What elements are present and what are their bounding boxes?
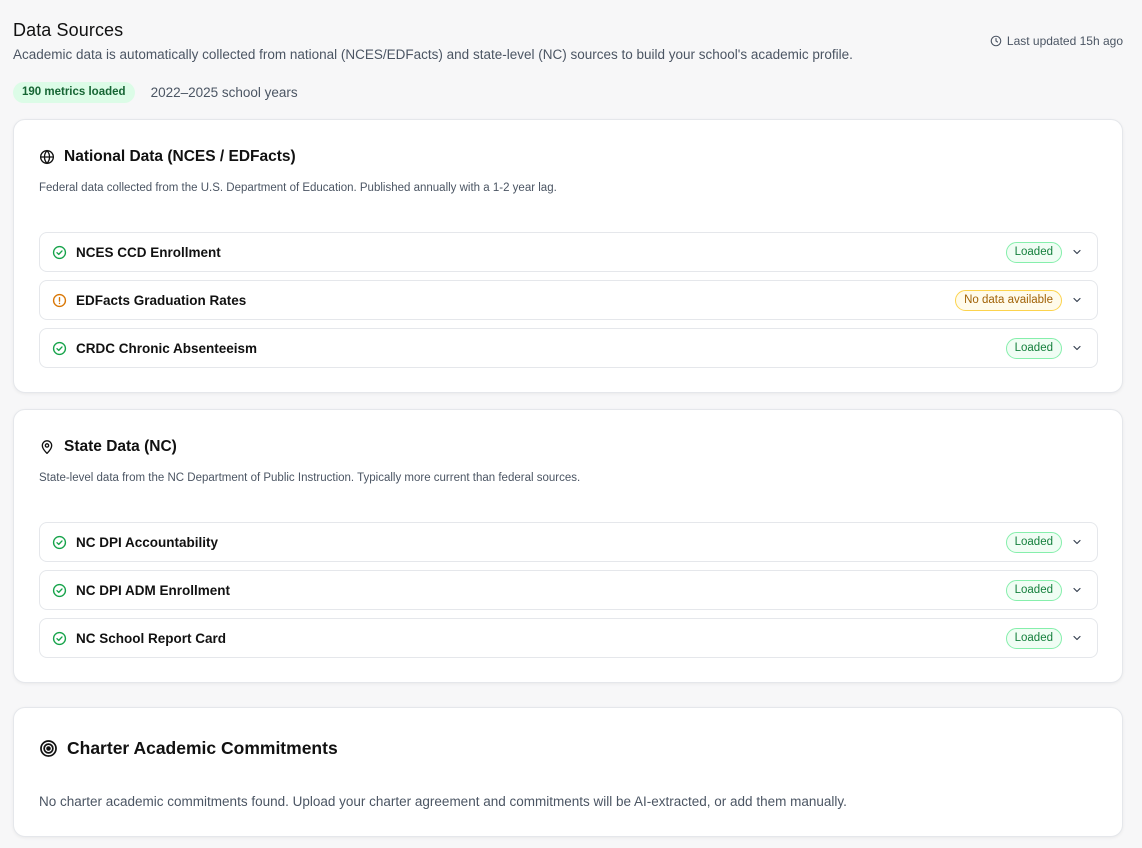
target-icon: [40, 740, 57, 757]
chevron-down-icon[interactable]: [1071, 632, 1083, 644]
school-years: 2022–2025 school years: [150, 85, 298, 100]
charter-commitments-header: Charter Academic Commitments: [39, 738, 338, 759]
status-badge: Loaded: [1005, 241, 1062, 263]
page-subtitle: Academic data is automatically collected…: [13, 47, 853, 62]
source-name: CRDC Chronic Absenteeism: [76, 340, 258, 356]
check-circle-icon: [52, 535, 67, 549]
source-row-nc-dpi-accountability[interactable]: NC DPI Accountability Loaded: [39, 522, 1098, 562]
chevron-down-icon[interactable]: [1071, 536, 1083, 548]
metrics-loaded-badge: 190 metrics loaded: [13, 82, 135, 103]
check-circle-icon: [52, 341, 67, 355]
national-data-description: Federal data collected from the U.S. Dep…: [39, 182, 557, 194]
status-badge: Loaded: [1005, 531, 1062, 553]
status-badge: Loaded: [1005, 337, 1062, 359]
charter-commitments-empty-text: No charter academic commitments found. U…: [39, 794, 847, 809]
source-name: NC DPI Accountability: [76, 534, 219, 550]
source-name: NC School Report Card: [76, 630, 227, 646]
chevron-down-icon[interactable]: [1071, 294, 1083, 306]
source-row-crdc-absenteeism[interactable]: CRDC Chronic Absenteeism Loaded: [39, 328, 1098, 368]
status-badge: No data available: [955, 289, 1062, 311]
source-row-nc-report-card[interactable]: NC School Report Card Loaded: [39, 618, 1098, 658]
check-circle-icon: [52, 245, 67, 259]
clock-icon: [990, 35, 1002, 47]
source-row-nces-ccd[interactable]: NCES CCD Enrollment Loaded: [39, 232, 1098, 272]
source-name: EDFacts Graduation Rates: [76, 292, 247, 308]
national-data-header: National Data (NCES / EDFacts): [39, 148, 296, 166]
national-data-title: National Data (NCES / EDFacts): [64, 148, 296, 165]
check-circle-icon: [52, 583, 67, 597]
alert-circle-icon: [52, 293, 67, 307]
last-updated: Last updated 15h ago: [990, 34, 1123, 48]
source-name: NC DPI ADM Enrollment: [76, 582, 231, 598]
status-badge: Loaded: [1005, 579, 1062, 601]
last-updated-text: Last updated 15h ago: [1006, 34, 1123, 48]
source-row-nc-dpi-adm[interactable]: NC DPI ADM Enrollment Loaded: [39, 570, 1098, 610]
page-header: Data Sources Academic data is automatica…: [13, 20, 1123, 62]
state-data-title: State Data (NC): [64, 438, 177, 455]
chevron-down-icon[interactable]: [1071, 584, 1083, 596]
status-badge: Loaded: [1005, 627, 1062, 649]
chevron-down-icon[interactable]: [1071, 246, 1083, 258]
state-data-card: State Data (NC) State-level data from th…: [13, 409, 1123, 683]
source-name: NCES CCD Enrollment: [76, 244, 221, 260]
state-data-description: State-level data from the NC Department …: [39, 472, 581, 484]
check-circle-icon: [52, 631, 67, 645]
source-row-edfacts-graduation[interactable]: EDFacts Graduation Rates No data availab…: [39, 280, 1098, 320]
charter-commitments-title: Charter Academic Commitments: [67, 738, 338, 758]
state-data-header: State Data (NC): [39, 438, 177, 456]
national-data-card: National Data (NCES / EDFacts) Federal d…: [13, 119, 1123, 393]
meta-row: 190 metrics loaded 2022–2025 school year…: [13, 82, 298, 103]
map-pin-icon: [41, 440, 53, 454]
chevron-down-icon[interactable]: [1071, 342, 1083, 354]
charter-commitments-card: Charter Academic Commitments No charter …: [13, 707, 1123, 837]
page-title: Data Sources: [13, 20, 124, 40]
globe-icon: [40, 149, 54, 165]
